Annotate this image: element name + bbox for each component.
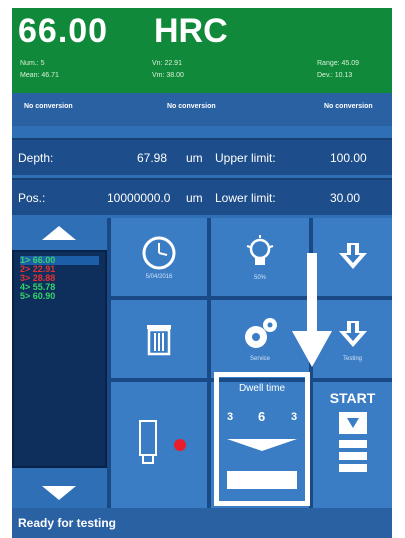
depth-value: 67.98 <box>137 151 168 165</box>
dwell-time-panel[interactable]: Dwell time 3 6 3 <box>214 372 310 506</box>
date-time-button[interactable]: 5/04/2016 <box>111 218 207 296</box>
brightness-label: 50% <box>253 274 266 281</box>
start-label: START <box>329 390 376 406</box>
position-row: Pos.: 10000000.0 um Lower limit: 30.00 <box>12 178 392 215</box>
conversion-bar: No conversion No conversion No conversio… <box>12 93 392 126</box>
dwell-progress-bar <box>227 471 297 489</box>
position-unit: um <box>186 191 203 205</box>
status-text: Ready for testing <box>18 516 117 530</box>
dwell-value-2: 6 <box>258 409 266 424</box>
download-arrow-icon <box>338 243 367 269</box>
testing-label: Testing <box>342 355 362 362</box>
depth-label: Depth: <box>18 151 54 165</box>
dwell-time-title: Dwell time <box>238 383 286 394</box>
download-arrow-icon <box>338 320 367 347</box>
scroll-down-icon[interactable] <box>12 476 107 508</box>
record-dot-icon <box>174 439 186 451</box>
depth-row: Depth: 67.98 um Upper limit: 100.00 <box>12 138 392 175</box>
upper-limit-value[interactable]: 100.00 <box>330 151 367 165</box>
delete-button[interactable] <box>111 300 207 378</box>
upper-limit-label: Upper limit: <box>215 151 276 165</box>
lower-limit-label: Lower limit: <box>215 191 276 205</box>
hardness-value: 66.00 <box>18 12 109 50</box>
results-panel: 1> 66.00 2> 22.91 3> 28.88 4> 55.78 5> 6… <box>12 218 107 508</box>
tester-screen: 66.00 HRC Num.: 5 Mean: 46.71 Vn: 22.91 … <box>12 8 392 538</box>
scroll-up-icon[interactable] <box>12 218 107 248</box>
service-label: Service <box>249 355 270 362</box>
usb-stick-icon <box>139 420 186 464</box>
lower-limit-value[interactable]: 30.00 <box>330 191 360 205</box>
date-label: 5/04/2016 <box>145 273 173 280</box>
trash-icon <box>147 325 171 356</box>
gears-icon <box>245 317 277 348</box>
dwell-arrow-icon <box>227 439 297 451</box>
usb-button[interactable] <box>111 382 207 508</box>
position-value: 10000000.0 <box>107 191 171 205</box>
dwell-value-1: 3 <box>227 411 234 423</box>
depth-unit: um <box>186 151 203 165</box>
control-grid: 1> 66.00 2> 22.91 3> 28.88 4> 55.78 5> 6… <box>12 218 392 508</box>
result-item[interactable]: 5> 60.90 <box>20 292 99 301</box>
stat-dev: Dev.: 10.13 <box>317 72 353 79</box>
start-button[interactable]: START <box>313 382 392 508</box>
hardness-unit: HRC <box>154 12 228 50</box>
stat-vn: Vn: 22.91 <box>152 60 182 67</box>
stat-mean: Mean: 46.71 <box>20 72 59 79</box>
dwell-value-3: 3 <box>291 411 298 423</box>
conversion-1[interactable]: No conversion <box>24 103 73 110</box>
lightbulb-icon <box>246 234 274 265</box>
stat-num: Num.: 5 <box>20 60 45 67</box>
clock-icon <box>142 236 176 269</box>
results-list[interactable]: 1> 66.00 2> 22.91 3> 28.88 4> 55.78 5> 6… <box>12 250 107 468</box>
stat-range: Range: 45.09 <box>317 60 360 67</box>
start-test-icon <box>338 412 367 472</box>
conversion-2[interactable]: No conversion <box>167 103 216 110</box>
measurement-header: 66.00 HRC Num.: 5 Mean: 46.71 Vn: 22.91 … <box>12 8 392 93</box>
position-label: Pos.: <box>18 191 46 205</box>
stat-vm: Vm: 38.00 <box>152 72 184 79</box>
callout-arrow-icon <box>292 253 332 367</box>
conversion-3[interactable]: No conversion <box>324 103 373 110</box>
status-bar: Ready for testing <box>12 508 392 538</box>
